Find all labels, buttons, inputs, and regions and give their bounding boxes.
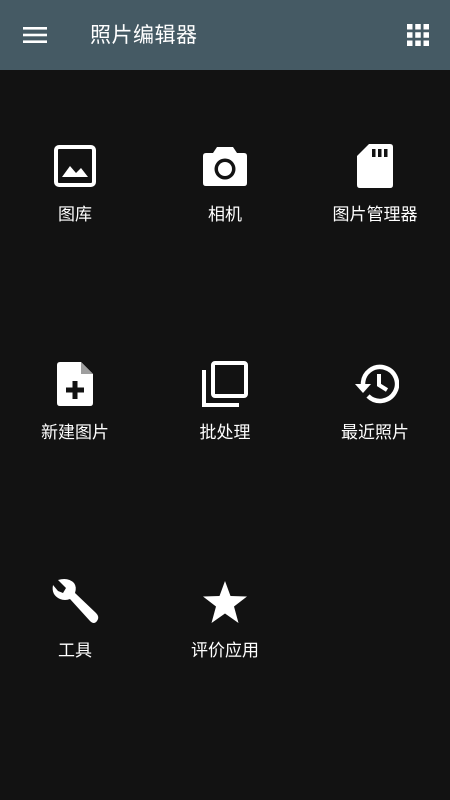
history-icon [349,358,401,410]
tile-recent-photos[interactable]: 最近照片 [300,358,450,478]
tile-label: 评价应用 [191,641,259,661]
app-title: 照片编辑器 [90,23,198,47]
image-icon [49,140,101,192]
wrench-icon [49,576,101,628]
tile-label: 批处理 [199,423,251,443]
star-icon [199,576,251,628]
menu-button[interactable] [16,17,54,53]
tile-label: 工具 [58,641,92,661]
new-file-icon [49,358,101,410]
tile-rate-app[interactable]: 评价应用 [150,576,300,696]
apps-button[interactable] [400,17,436,53]
tile-image-manager[interactable]: 图片管理器 [300,140,450,260]
apps-grid-icon [407,24,429,46]
tile-label: 图片管理器 [332,205,418,225]
main-grid: 图库 相机 图片管理器 新建图片 批处理 最近照片 工具 评价应用 [0,70,450,800]
menu-icon [22,25,48,45]
tile-label: 相机 [208,205,242,225]
tile-label: 图库 [58,205,92,225]
sd-card-icon [349,140,401,192]
app-bar: 照片编辑器 [0,0,450,70]
tile-tools[interactable]: 工具 [0,576,150,696]
tile-label: 最近照片 [341,423,409,443]
tile-label: 新建图片 [41,423,109,443]
tile-camera[interactable]: 相机 [150,140,300,260]
tile-batch[interactable]: 批处理 [150,358,300,478]
tile-new-image[interactable]: 新建图片 [0,358,150,478]
tile-gallery[interactable]: 图库 [0,140,150,260]
batch-copy-icon [199,358,251,410]
camera-icon [199,140,251,192]
